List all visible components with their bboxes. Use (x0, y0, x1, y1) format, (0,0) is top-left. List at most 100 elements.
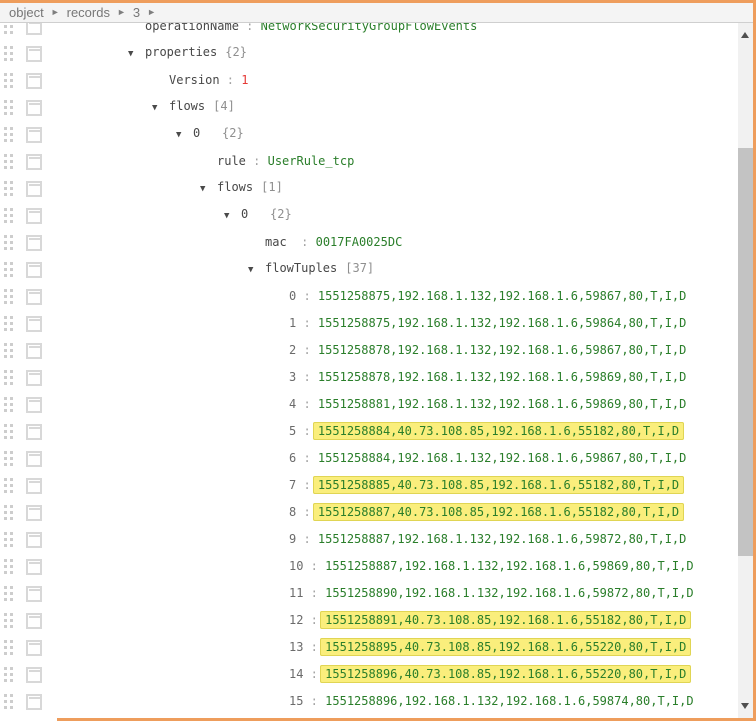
drag-handle-icon[interactable] (4, 73, 13, 88)
drag-handle-icon[interactable] (4, 208, 13, 223)
row-checkbox-icon[interactable] (26, 424, 42, 440)
drag-handle-icon[interactable] (4, 694, 13, 709)
drag-handle-icon[interactable] (4, 640, 13, 655)
row-checkbox-icon[interactable] (26, 100, 42, 116)
drag-handle-icon[interactable] (4, 154, 13, 169)
tree-node: ▼0{2} (42, 201, 737, 230)
row-checkbox-icon[interactable] (26, 640, 42, 656)
row-checkbox-icon[interactable] (26, 478, 42, 494)
node-value: 1551258895,40.73.108.85,192.168.1.6,5522… (320, 638, 691, 656)
scroll-up-icon[interactable] (741, 32, 749, 38)
drag-handle-icon[interactable] (4, 532, 13, 547)
node-value: 1551258878,192.168.1.132,192.168.1.6,598… (318, 343, 686, 357)
node-value: 1 (241, 73, 248, 87)
drag-handle-icon[interactable] (4, 343, 13, 358)
drag-handle-icon[interactable] (4, 613, 13, 628)
row-checkbox-icon[interactable] (26, 451, 42, 467)
drag-handle-icon[interactable] (4, 478, 13, 493)
row-checkbox-icon[interactable] (26, 46, 42, 62)
drag-handle-icon[interactable] (4, 46, 13, 61)
drag-handle-icon[interactable] (4, 127, 13, 142)
tree-node: 15 : 1551258896,192.168.1.132,192.168.1.… (42, 688, 737, 715)
node-value: 1551258881,192.168.1.132,192.168.1.6,598… (318, 397, 686, 411)
breadcrumb-item-records[interactable]: records (67, 5, 110, 20)
node-key: flowTuples (265, 261, 337, 275)
tree-node: 10 : 1551258887,192.168.1.132,192.168.1.… (42, 553, 737, 580)
row-checkbox-icon[interactable] (26, 181, 42, 197)
collapse-toggle-icon[interactable]: ▼ (176, 122, 193, 149)
row-checkbox-icon[interactable] (26, 397, 42, 413)
tree-node: ▼properties{2} (42, 39, 737, 68)
node-count-badge: {2} (222, 126, 244, 140)
tree-row: 12 : 1551258891,40.73.108.85,192.168.1.6… (0, 607, 737, 634)
tree-rows: operationName : NetworkSecurityGroupFlow… (0, 23, 737, 715)
colon-separator: : (303, 559, 325, 573)
node-key: rule (217, 154, 246, 168)
scrollbar-thumb[interactable] (738, 148, 753, 556)
scroll-down-icon[interactable] (741, 703, 749, 709)
row-checkbox-icon[interactable] (26, 343, 42, 359)
tree-node: 3 : 1551258878,192.168.1.132,192.168.1.6… (42, 364, 737, 391)
drag-handle-icon[interactable] (4, 235, 13, 250)
drag-handle-icon[interactable] (4, 289, 13, 304)
drag-handle-icon[interactable] (4, 370, 13, 385)
tree-node: 7 : 1551258885,40.73.108.85,192.168.1.6,… (42, 472, 737, 499)
row-checkbox-icon[interactable] (26, 694, 42, 710)
tree-row: 15 : 1551258896,192.168.1.132,192.168.1.… (0, 688, 737, 715)
tree-node: ▼flowTuples[37] (42, 255, 737, 284)
row-checkbox-icon[interactable] (26, 586, 42, 602)
row-checkbox-icon[interactable] (26, 235, 42, 251)
collapse-toggle-icon[interactable]: ▼ (248, 257, 265, 284)
row-checkbox-icon[interactable] (26, 208, 42, 224)
node-key: properties (145, 45, 217, 59)
row-checkbox-icon[interactable] (26, 73, 42, 89)
tree-row: 10 : 1551258887,192.168.1.132,192.168.1.… (0, 553, 737, 580)
drag-handle-icon[interactable] (4, 23, 13, 34)
collapse-toggle-icon[interactable]: ▼ (152, 95, 169, 122)
collapse-toggle-icon[interactable]: ▼ (224, 203, 241, 230)
row-checkbox-icon[interactable] (26, 316, 42, 332)
node-key: 0 (193, 120, 214, 147)
breadcrumb-arrow-icon: ► (117, 7, 126, 17)
row-checkbox-icon[interactable] (26, 127, 42, 143)
collapse-toggle-icon[interactable]: ▼ (200, 176, 217, 203)
tree-row: ▼properties{2} (0, 40, 737, 67)
drag-handle-icon[interactable] (4, 424, 13, 439)
row-checkbox-icon[interactable] (26, 370, 42, 386)
row-checkbox-icon[interactable] (26, 559, 42, 575)
node-key: 15 (289, 694, 303, 708)
drag-handle-icon[interactable] (4, 262, 13, 277)
node-value: 1551258891,40.73.108.85,192.168.1.6,5518… (320, 611, 691, 629)
tree-node: 8 : 1551258887,40.73.108.85,192.168.1.6,… (42, 499, 737, 526)
collapse-toggle-icon[interactable]: ▼ (128, 41, 145, 68)
tree-node: rule : UserRule_tcp (42, 148, 737, 175)
drag-handle-icon[interactable] (4, 316, 13, 331)
breadcrumb-item-3[interactable]: 3 (133, 5, 140, 20)
row-checkbox-icon[interactable] (26, 505, 42, 521)
row-checkbox-icon[interactable] (26, 289, 42, 305)
tree-node: 11 : 1551258890,192.168.1.132,192.168.1.… (42, 580, 737, 607)
row-checkbox-icon[interactable] (26, 613, 42, 629)
drag-handle-icon[interactable] (4, 100, 13, 115)
drag-handle-icon[interactable] (4, 505, 13, 520)
row-checkbox-icon[interactable] (26, 154, 42, 170)
vertical-scrollbar[interactable] (738, 23, 753, 718)
breadcrumb-item-object[interactable]: object (9, 5, 44, 20)
drag-handle-icon[interactable] (4, 586, 13, 601)
drag-handle-icon[interactable] (4, 181, 13, 196)
breadcrumb-arrow-icon: ► (51, 7, 60, 17)
row-checkbox-icon[interactable] (26, 667, 42, 683)
drag-handle-icon[interactable] (4, 451, 13, 466)
drag-handle-icon[interactable] (4, 667, 13, 682)
tree-row: mac : 0017FA0025DC (0, 229, 737, 256)
node-value: 1551258878,192.168.1.132,192.168.1.6,598… (318, 370, 686, 384)
json-viewer-app: object ► records ► 3 ► operationName : N… (0, 0, 756, 721)
breadcrumb-arrow-icon: ► (147, 7, 156, 17)
row-checkbox-icon[interactable] (26, 532, 42, 548)
row-checkbox-icon[interactable] (26, 262, 42, 278)
drag-handle-icon[interactable] (4, 559, 13, 574)
node-count-badge: [1] (261, 180, 283, 194)
node-key: mac (265, 235, 294, 249)
drag-handle-icon[interactable] (4, 397, 13, 412)
row-checkbox-icon[interactable] (26, 23, 42, 35)
